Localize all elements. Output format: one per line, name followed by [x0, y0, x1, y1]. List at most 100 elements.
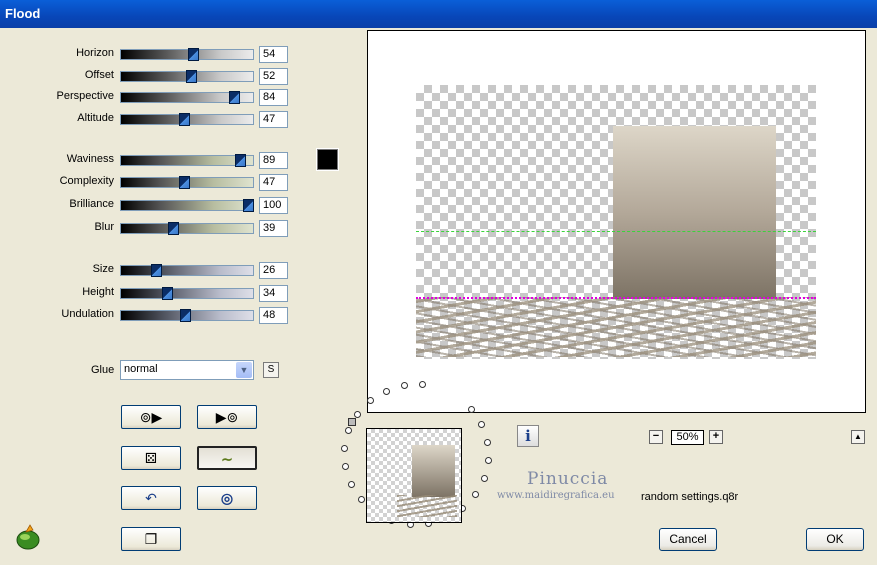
watermark-site: www.maidiregrafica.eu: [497, 490, 615, 501]
zoom-out-button[interactable]: −: [649, 430, 663, 444]
slider-perspective: Perspective 84: [0, 89, 300, 107]
load-preset-button[interactable]: ⊚▶: [121, 405, 181, 429]
copy-button[interactable]: ❐: [121, 527, 181, 551]
slider-track[interactable]: [120, 48, 254, 61]
navigator-corner-handle[interactable]: [348, 418, 356, 426]
collapse-button[interactable]: ▲: [851, 430, 865, 444]
slider-value-input[interactable]: 47: [259, 174, 288, 191]
minus-icon: −: [652, 430, 660, 442]
navigator-dot[interactable]: [471, 491, 479, 499]
slider-track[interactable]: [120, 222, 254, 235]
glue-s-button[interactable]: S: [263, 362, 279, 378]
glue-select[interactable]: normal ▼: [120, 360, 254, 380]
slider-horizon: Horizon 54: [0, 46, 300, 64]
slider-value-input[interactable]: 26: [259, 262, 288, 279]
slider-thumb[interactable]: [188, 48, 200, 61]
slider-track[interactable]: [120, 113, 254, 126]
slider-label: Undulation: [61, 308, 114, 320]
slider-thumb[interactable]: [243, 199, 254, 212]
slider-thumb[interactable]: [235, 154, 247, 167]
slider-track[interactable]: [120, 287, 254, 300]
slider-thumb[interactable]: [161, 287, 173, 300]
slider-value-input[interactable]: 39: [259, 220, 288, 237]
navigator-thumbnail[interactable]: [366, 428, 462, 523]
slider-thumb[interactable]: [178, 176, 190, 189]
ok-button[interactable]: OK: [806, 528, 864, 551]
slider-waviness: Waviness 89: [0, 152, 300, 170]
slider-thumb[interactable]: [228, 91, 240, 104]
slider-value-input[interactable]: 100: [259, 197, 288, 214]
glue-s-label: S: [267, 364, 275, 375]
slider-value-input[interactable]: 84: [259, 89, 288, 106]
slider-complexity: Complexity 47: [0, 174, 300, 192]
slider-thumb[interactable]: [185, 70, 197, 83]
navigator-dot[interactable]: [483, 438, 491, 446]
slider-label: Complexity: [59, 175, 114, 187]
navigator-dot[interactable]: [400, 382, 408, 390]
caret-up-icon: ▲: [854, 432, 862, 441]
slider-brilliance: Brilliance 100: [0, 197, 300, 215]
slider-label: Height: [82, 286, 114, 298]
offset-guide-line[interactable]: [416, 297, 816, 299]
glue-label: Glue: [91, 364, 115, 376]
glue-selected-value: normal: [124, 363, 158, 375]
slider-track[interactable]: [120, 309, 254, 322]
watermark-name: Pinuccia: [527, 469, 609, 489]
save-preset-button[interactable]: ▶⊚: [197, 405, 257, 429]
navigator-dot[interactable]: [357, 495, 365, 503]
slider-track[interactable]: [120, 264, 254, 277]
cancel-label: Cancel: [669, 532, 707, 546]
navigator-dot[interactable]: [382, 387, 390, 395]
zoom-level[interactable]: 50%: [671, 430, 704, 445]
navigator-dot[interactable]: [484, 457, 492, 465]
zoom-in-button[interactable]: +: [709, 430, 723, 444]
film-reel-left-icon: ⊚▶: [139, 409, 163, 425]
navigator-dot[interactable]: [345, 426, 353, 434]
slider-thumb[interactable]: [150, 264, 162, 277]
slider-label: Brilliance: [69, 198, 114, 210]
slider-label: Blur: [94, 221, 114, 233]
navigator-dot[interactable]: [480, 475, 488, 482]
navigator-dot[interactable]: [478, 421, 486, 429]
slider-label: Horizon: [76, 47, 114, 59]
slider-track[interactable]: [120, 176, 254, 189]
navigator-dot[interactable]: [354, 410, 362, 418]
slider-track[interactable]: [120, 91, 254, 104]
slider-value-input[interactable]: 54: [259, 46, 288, 63]
slider-thumb[interactable]: [180, 309, 192, 322]
slider-label: Altitude: [77, 112, 114, 124]
navigator-dot[interactable]: [347, 480, 355, 488]
slider-label: Size: [92, 263, 114, 275]
slider-value-input[interactable]: 34: [259, 285, 288, 302]
slider-altitude: Altitude 47: [0, 111, 300, 129]
water-reflection: [416, 297, 816, 357]
randomize-button[interactable]: ⚄: [121, 446, 181, 470]
slider-value-input[interactable]: 89: [259, 152, 288, 169]
wave-color-swatch[interactable]: [316, 148, 339, 171]
cancel-button[interactable]: Cancel: [659, 528, 717, 551]
info-button[interactable]: i: [517, 425, 539, 447]
slider-value-input[interactable]: 48: [259, 307, 288, 324]
preview-canvas[interactable]: [367, 30, 866, 413]
undo-button[interactable]: ↶: [121, 486, 181, 510]
dice-icon: ⚄: [144, 450, 158, 466]
settings-filename: random settings.q8r: [641, 491, 739, 503]
chevron-down-icon[interactable]: ▼: [236, 362, 252, 378]
slider-track[interactable]: [120, 70, 254, 83]
thumbnail-object: [412, 445, 455, 497]
slider-track[interactable]: [120, 154, 254, 167]
slider-offset: Offset 52: [0, 68, 300, 86]
slider-thumb[interactable]: [168, 222, 180, 235]
slider-label: Offset: [84, 69, 114, 81]
slider-thumb[interactable]: [178, 113, 190, 126]
slider-value-input[interactable]: 52: [259, 68, 288, 85]
reset-button[interactable]: ◎: [197, 486, 257, 510]
slider-track[interactable]: [120, 199, 254, 212]
wave-toggle-button[interactable]: ∼: [197, 446, 257, 470]
navigator-dot[interactable]: [341, 444, 349, 452]
slider-value-input[interactable]: 47: [259, 111, 288, 128]
horizon-guide-line[interactable]: [416, 231, 816, 232]
copy-pages-icon: ❐: [144, 531, 158, 547]
undo-arrow-icon: ↶: [145, 490, 157, 506]
navigator-dot[interactable]: [342, 463, 350, 471]
